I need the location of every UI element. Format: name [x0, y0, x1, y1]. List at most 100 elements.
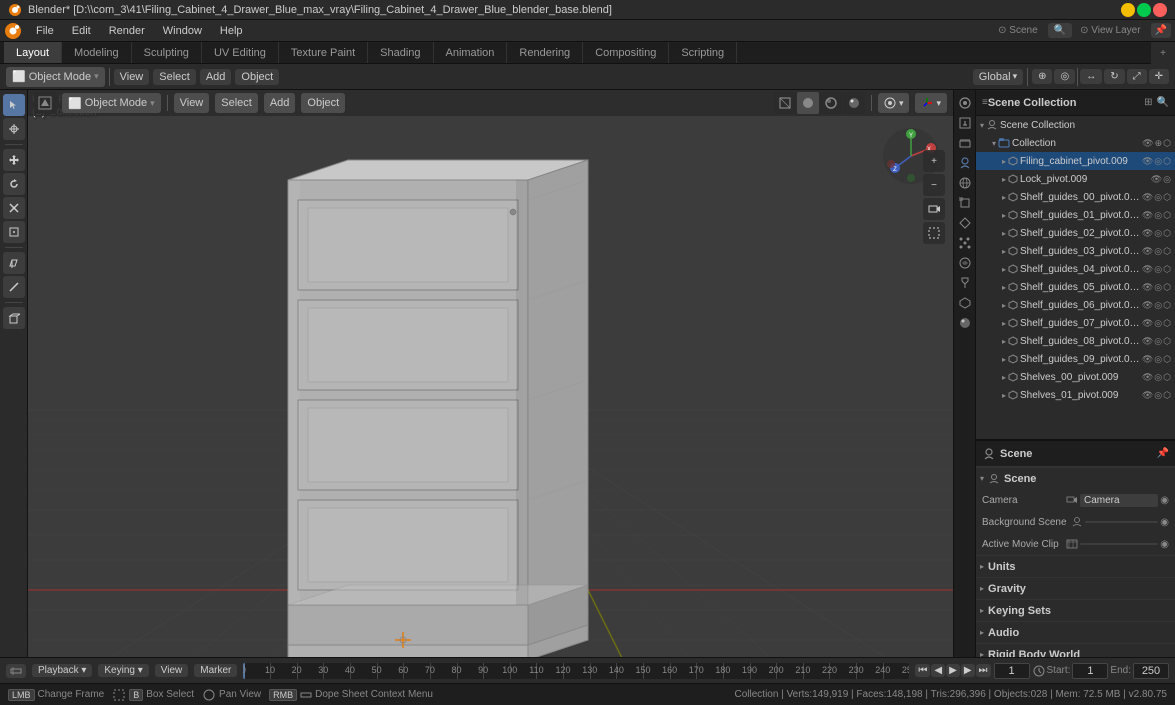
search-btn[interactable]: 🔍: [1048, 23, 1072, 38]
filter-icon[interactable]: ⊞: [1144, 97, 1152, 108]
object-props-btn[interactable]: [956, 194, 974, 212]
jump-end-btn[interactable]: ⏭: [976, 664, 991, 677]
move-tool[interactable]: [3, 149, 25, 171]
tab-layout[interactable]: Layout: [4, 42, 62, 63]
menu-render[interactable]: Render: [101, 23, 153, 39]
eye-2[interactable]: 👁: [1142, 192, 1153, 203]
ren-3[interactable]: ⬡: [1163, 210, 1171, 221]
output-props-btn[interactable]: [956, 114, 974, 132]
snap-btn[interactable]: ⊕: [1032, 69, 1052, 84]
gravity-section[interactable]: ▸ Gravity: [976, 577, 1175, 599]
rigid-body-section[interactable]: ▸ Rigid Body World: [976, 643, 1175, 657]
zoom-out-btn[interactable]: −: [923, 174, 945, 196]
menu-window[interactable]: Window: [155, 23, 210, 39]
eye-1[interactable]: 👁: [1151, 174, 1162, 185]
tab-animation[interactable]: Animation: [434, 42, 508, 63]
outliner-item-shelves-01[interactable]: ▸ Shelves_01_pivot.009 👁 ◎ ⬡: [976, 386, 1175, 404]
measure-tool[interactable]: [3, 276, 25, 298]
menu-edit[interactable]: Edit: [64, 23, 99, 39]
cam-1[interactable]: ◎: [1163, 174, 1171, 185]
outliner-item-shelf-00[interactable]: ▸ Shelf_guides_00_pivot.009 👁 ◎ ⬡: [976, 188, 1175, 206]
transform-tool[interactable]: [3, 221, 25, 243]
material-props-btn[interactable]: [956, 314, 974, 332]
eye-11[interactable]: 👁: [1142, 354, 1153, 365]
menu-help[interactable]: Help: [212, 23, 251, 39]
cam-13[interactable]: ◎: [1154, 390, 1162, 401]
ren-2[interactable]: ⬡: [1163, 192, 1171, 203]
next-frame-btn[interactable]: ▶: [961, 664, 975, 677]
view-tl-btn[interactable]: View: [155, 664, 189, 677]
cam-8[interactable]: ◎: [1154, 300, 1162, 311]
scale-tool-top[interactable]: ⤢: [1127, 69, 1147, 84]
proportional-btn[interactable]: ◎: [1054, 69, 1075, 84]
cam-10[interactable]: ◎: [1154, 336, 1162, 347]
outliner-item-filing-cabinet[interactable]: ▸ Filing_cabinet_pivot.009 👁 ◎ ⬡: [976, 152, 1175, 170]
tab-sculpting[interactable]: Sculpting: [132, 42, 202, 63]
viewport[interactable]: User Perspective (Local) (1) Collection …: [28, 90, 953, 657]
outliner-item-shelves-00[interactable]: ▸ Shelves_00_pivot.009 👁 ◎ ⬡: [976, 368, 1175, 386]
eye-9[interactable]: 👁: [1142, 318, 1153, 329]
cam-0[interactable]: ◎: [1154, 156, 1162, 167]
maximize-button[interactable]: [1137, 3, 1151, 17]
cam-4[interactable]: ◎: [1154, 228, 1162, 239]
camera-pick-btn[interactable]: ◉: [1160, 495, 1169, 506]
scene-collection-row[interactable]: ▾ Scene Collection: [976, 116, 1175, 134]
playback-menu-btn[interactable]: Playback ▾: [32, 664, 92, 677]
eye-13[interactable]: 👁: [1142, 390, 1153, 401]
cam-11[interactable]: ◎: [1154, 354, 1162, 365]
outliner-item-shelf-02[interactable]: ▸ Shelf_guides_02_pivot.009 👁 ◎ ⬡: [976, 224, 1175, 242]
eye-10[interactable]: 👁: [1142, 336, 1153, 347]
eye-7[interactable]: 👁: [1142, 282, 1153, 293]
scene-section-header[interactable]: ▾ Scene: [976, 467, 1175, 489]
vp-mode-btn[interactable]: ⬜ Object Mode ▾: [62, 93, 161, 113]
prev-frame-btn[interactable]: ◀: [931, 664, 945, 677]
add-menu-btn[interactable]: Add: [200, 69, 232, 85]
outliner-item-lock[interactable]: ▸ Lock_pivot.009 👁 ◎: [976, 170, 1175, 188]
rendered-btn[interactable]: [843, 92, 865, 114]
vp-object-btn[interactable]: Object: [301, 93, 345, 113]
rotate-tool-top[interactable]: ↻: [1104, 69, 1124, 84]
overlays-btn[interactable]: ▾: [878, 93, 910, 113]
cam-7[interactable]: ◎: [1154, 282, 1162, 293]
eye-4[interactable]: 👁: [1142, 228, 1153, 239]
gizmos-btn[interactable]: ▾: [915, 93, 947, 113]
tab-shading[interactable]: Shading: [368, 42, 433, 63]
eye-0[interactable]: 👁: [1142, 156, 1153, 167]
material-btn[interactable]: [820, 92, 842, 114]
rotate-tool[interactable]: [3, 173, 25, 195]
end-frame-input[interactable]: [1133, 663, 1169, 679]
outliner-item-shelf-04[interactable]: ▸ Shelf_guides_04_pivot.009 👁 ◎ ⬡: [976, 260, 1175, 278]
wireframe-btn[interactable]: [774, 92, 796, 114]
object-menu-btn[interactable]: Object: [235, 69, 279, 85]
outliner-item-shelf-03[interactable]: ▸ Shelf_guides_03_pivot.009 👁 ◎ ⬡: [976, 242, 1175, 260]
constraints-props-btn[interactable]: [956, 274, 974, 292]
editor-type-btn[interactable]: [34, 92, 56, 114]
ren-11[interactable]: ⬡: [1163, 354, 1171, 365]
play-btn[interactable]: ▶: [946, 664, 960, 677]
start-frame-input[interactable]: [1072, 663, 1108, 679]
pin-btn[interactable]: 📌: [1151, 23, 1171, 38]
eye-icon-col[interactable]: 👁: [1142, 138, 1153, 149]
ren-7[interactable]: ⬡: [1163, 282, 1171, 293]
keying-menu-btn[interactable]: Keying ▾: [98, 664, 148, 677]
menu-file[interactable]: File: [28, 23, 62, 39]
scale-tool[interactable]: [3, 197, 25, 219]
outliner-item-shelf-07[interactable]: ▸ Shelf_guides_07_pivot.003 👁 ◎ ⬡: [976, 314, 1175, 332]
ren-9[interactable]: ⬡: [1163, 318, 1171, 329]
current-frame-input[interactable]: [994, 663, 1030, 679]
tab-compositing[interactable]: Compositing: [583, 42, 669, 63]
add-workspace-btn[interactable]: +: [1151, 42, 1175, 64]
cam-12[interactable]: ◎: [1154, 372, 1162, 383]
marker-btn[interactable]: Marker: [194, 664, 237, 677]
tab-uv-editing[interactable]: UV Editing: [202, 42, 279, 63]
view-menu-btn[interactable]: View: [114, 69, 150, 85]
world-props-btn[interactable]: [956, 174, 974, 192]
annotate-tool[interactable]: [3, 252, 25, 274]
close-button[interactable]: [1153, 3, 1167, 17]
tab-rendering[interactable]: Rendering: [507, 42, 583, 63]
keying-section[interactable]: ▸ Keying Sets: [976, 599, 1175, 621]
object-mode-btn[interactable]: ⬜ Object Mode ▾: [6, 67, 105, 87]
outliner-item-shelf-05[interactable]: ▸ Shelf_guides_05_pivot.006 👁 ◎ ⬡: [976, 278, 1175, 296]
transform-orientation-btn[interactable]: Global ▾: [973, 69, 1023, 85]
vp-view-btn[interactable]: View: [174, 93, 210, 113]
